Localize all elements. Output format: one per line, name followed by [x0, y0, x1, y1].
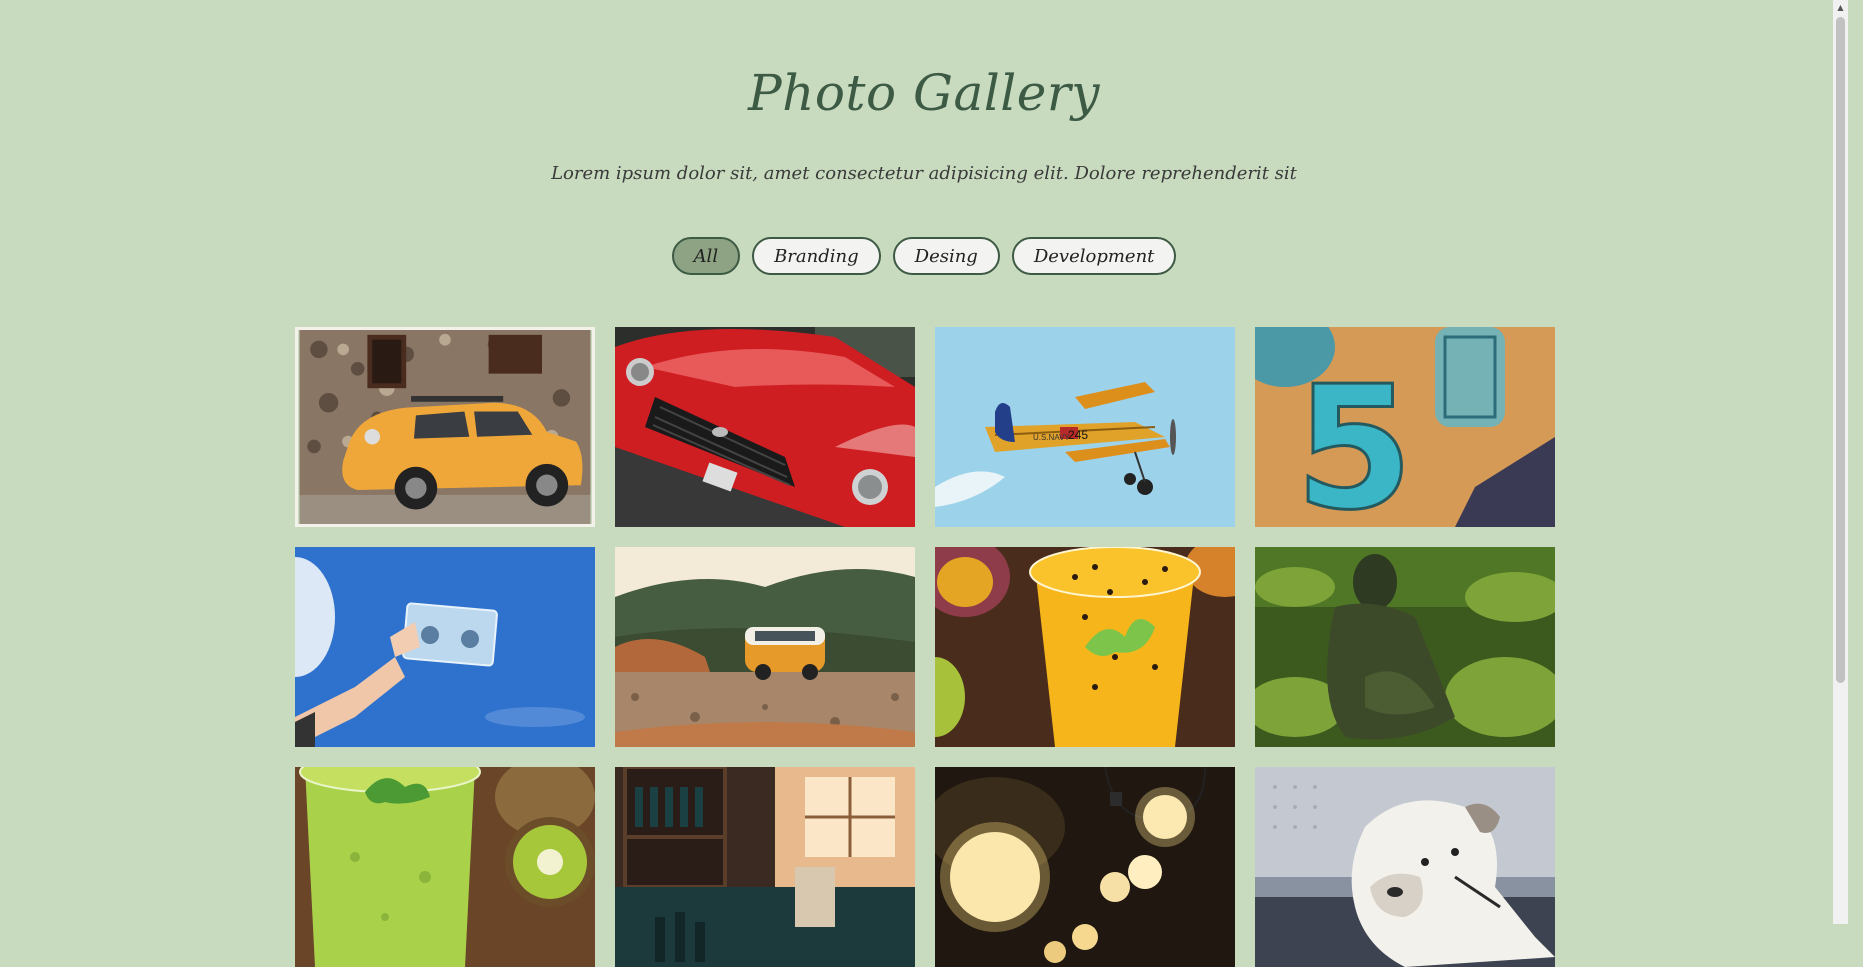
- gallery-item-red-mustang[interactable]: [615, 327, 915, 527]
- biplane-image: U.S.NAVY 245: [935, 327, 1235, 527]
- passion-fruit-drink-image: [935, 547, 1235, 747]
- page-title: Photo Gallery: [747, 64, 1100, 122]
- mossy-statue-image: [1255, 547, 1555, 747]
- cassette-image: [295, 547, 595, 747]
- gallery-item-vw-van[interactable]: [615, 547, 915, 747]
- page-subtitle: Lorem ipsum dolor sit, amet consectetur …: [551, 163, 1297, 184]
- gallery-item-yellow-car[interactable]: [295, 327, 595, 527]
- scrollbar-thumb[interactable]: [1836, 17, 1845, 683]
- plane-marking-text: U.S.NAVY: [1033, 433, 1070, 442]
- kiwi-smoothie-image: [295, 767, 595, 967]
- gallery-item-rustic-kitchen[interactable]: [615, 767, 915, 967]
- filter-branding-button[interactable]: Branding: [752, 237, 881, 275]
- gallery-item-biplane[interactable]: U.S.NAVY 245: [935, 327, 1235, 527]
- filter-development-button[interactable]: Development: [1011, 237, 1177, 275]
- gallery-item-number-five[interactable]: 5: [1255, 327, 1555, 527]
- gallery-item-kiwi-smoothie[interactable]: [295, 767, 595, 967]
- filter-design-button[interactable]: Desing: [892, 237, 1000, 275]
- vertical-scrollbar[interactable]: ▲: [1833, 0, 1848, 924]
- number-five-glyph: 5: [1295, 350, 1413, 527]
- red-mustang-image: [615, 327, 915, 527]
- gallery-item-string-lights[interactable]: [935, 767, 1235, 967]
- gallery-item-passion-fruit-drink[interactable]: [935, 547, 1235, 747]
- vw-van-image: [615, 547, 915, 747]
- string-lights-image: [935, 767, 1235, 967]
- plane-number-text: 245: [1068, 428, 1088, 442]
- yellow-car-image: [295, 327, 595, 527]
- scroll-up-arrow-icon[interactable]: ▲: [1833, 0, 1848, 15]
- gallery-item-cassette[interactable]: [295, 547, 595, 747]
- page: Photo Gallery Lorem ipsum dolor sit, ame…: [0, 0, 1848, 967]
- photo-grid: U.S.NAVY 245 5: [295, 327, 1555, 967]
- white-bulldog-image: [1255, 767, 1555, 967]
- filter-all-button[interactable]: All: [671, 237, 741, 275]
- gallery-item-white-bulldog[interactable]: [1255, 767, 1555, 967]
- gallery-item-mossy-statue[interactable]: [1255, 547, 1555, 747]
- rustic-kitchen-image: [615, 767, 915, 967]
- number-five-image: 5: [1255, 327, 1555, 527]
- filter-bar: All Branding Desing Development: [0, 237, 1848, 275]
